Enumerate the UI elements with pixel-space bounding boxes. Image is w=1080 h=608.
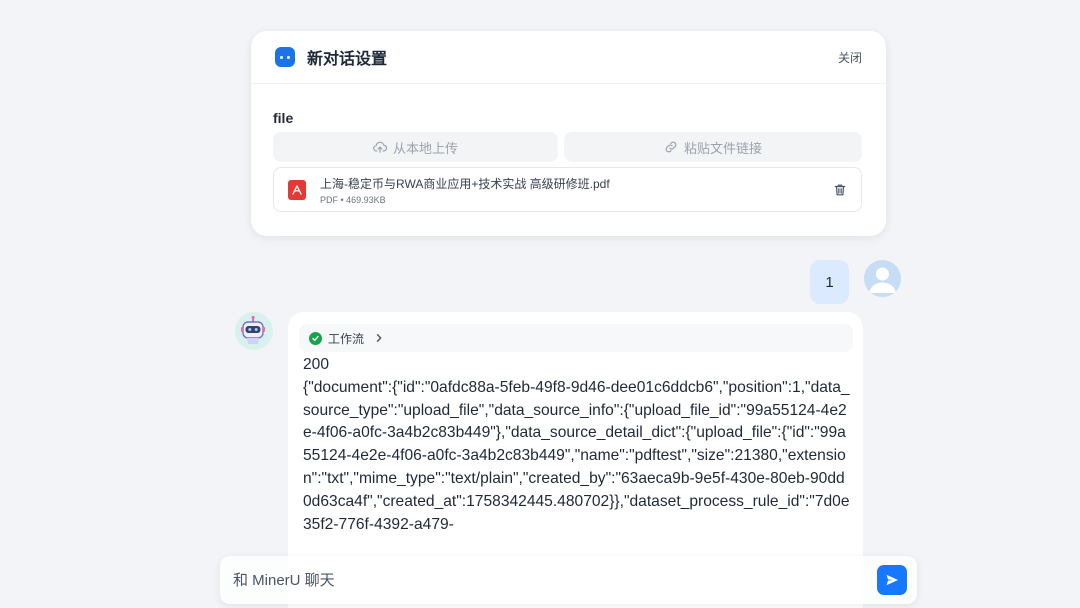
settings-header: 新对话设置 关闭 bbox=[251, 31, 886, 84]
chat-page: 新对话设置 关闭 file 从本地上传 粘贴文件链接 上海-稳定币与RWA商业应… bbox=[0, 0, 1080, 608]
user-avatar bbox=[864, 260, 901, 297]
check-circle-icon bbox=[309, 331, 322, 345]
chevron-right-icon bbox=[376, 334, 382, 342]
chat-message-input[interactable] bbox=[220, 556, 860, 604]
user-message-text: 1 bbox=[825, 273, 834, 291]
file-meta: 上海-稳定币与RWA商业应用+技术实战 高级研修班.pdf PDF • 469.… bbox=[320, 175, 610, 205]
paste-link-label: 粘贴文件链接 bbox=[683, 140, 762, 156]
upload-local-label: 从本地上传 bbox=[392, 140, 458, 156]
workflow-label: 工作流 bbox=[328, 331, 365, 346]
chat-input-bar bbox=[220, 556, 917, 604]
file-field-label: file bbox=[273, 110, 294, 126]
link-icon bbox=[665, 141, 677, 153]
send-button[interactable] bbox=[877, 565, 907, 595]
pdf-file-icon bbox=[288, 179, 306, 200]
chat-bubble-icon bbox=[275, 47, 295, 67]
upload-options: 从本地上传 粘贴文件链接 bbox=[273, 132, 864, 162]
file-name: 上海-稳定币与RWA商业应用+技术实战 高级研修班.pdf bbox=[320, 176, 610, 191]
uploaded-file-item: 上海-稳定币与RWA商业应用+技术实战 高级研修班.pdf PDF • 469.… bbox=[273, 167, 862, 212]
settings-title: 新对话设置 bbox=[307, 51, 388, 68]
settings-body: file 从本地上传 粘贴文件链接 上海-稳定币与RWA商业应用+技术实战 高级… bbox=[251, 84, 886, 212]
user-message-bubble: 1 bbox=[810, 260, 849, 304]
trash-icon[interactable] bbox=[833, 183, 847, 197]
paste-link-button[interactable]: 粘贴文件链接 bbox=[564, 132, 862, 162]
response-json-body: {"document":{"id":"0afdc88a-5feb-49f8-9d… bbox=[303, 378, 850, 533]
close-button[interactable]: 关闭 bbox=[838, 49, 862, 66]
bot-response-text: 200 {"document":{"id":"0afdc88a-5feb-49f8… bbox=[299, 354, 851, 536]
new-chat-settings-panel: 新对话设置 关闭 file 从本地上传 粘贴文件链接 上海-稳定币与RWA商业应… bbox=[251, 31, 886, 236]
workflow-toggle[interactable]: 工作流 bbox=[299, 324, 853, 352]
bot-avatar bbox=[235, 312, 273, 350]
send-icon bbox=[886, 574, 898, 586]
file-info: PDF • 469.93KB bbox=[320, 194, 386, 205]
upload-local-button[interactable]: 从本地上传 bbox=[273, 132, 558, 162]
response-status-code: 200 bbox=[303, 356, 330, 373]
cloud-upload-icon bbox=[373, 141, 387, 153]
